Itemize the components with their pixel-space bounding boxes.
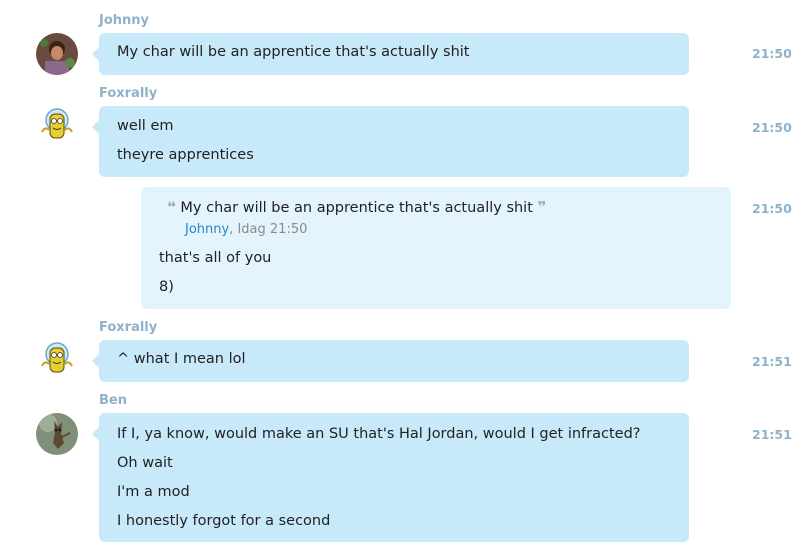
sender-name[interactable]: Ben [99,393,127,408]
close-quote-icon: ❞ [537,198,547,216]
ben-avatar[interactable] [36,413,78,455]
message-text: I'm a mod [117,484,190,500]
foxrally-avatar[interactable] [36,340,78,382]
quoted-message-text: My char will be an apprentice that's act… [180,200,533,216]
message-bubble: If I, ya know, would make an SU that's H… [92,413,689,542]
message-time: 21:50 [752,120,792,135]
message-text: well em [117,118,174,134]
open-quote-icon: ❝ [167,198,176,216]
message-text: Oh wait [117,455,173,471]
message-text: that's all of you [159,250,272,266]
message-bubble: well em theyre apprentices [92,106,689,177]
quote-reply-bubble: ❝ My char will be an apprentice that's a… [141,187,731,309]
message-text: I honestly forgot for a second [117,513,331,529]
quoted-message[interactable]: ❝ My char will be an apprentice that's a… [167,198,546,216]
message-time: 21:51 [752,427,792,442]
message-text: My char will be an apprentice that's act… [117,44,470,60]
johnny-avatar[interactable] [36,33,78,75]
message-text: theyre apprentices [117,147,254,163]
message-text: ^ what I mean lol [117,351,246,367]
message-bubble: My char will be an apprentice that's act… [92,33,689,75]
message-bubble: ^ what I mean lol [92,340,689,382]
quote-date: , Idag 21:50 [229,222,308,237]
sender-name[interactable]: Foxrally [99,320,157,335]
foxrally-avatar[interactable] [36,106,78,148]
quote-author-link[interactable]: Johnny [185,222,229,237]
message-time: 21:51 [752,354,792,369]
quote-meta: Johnny, Idag 21:50 [185,222,307,237]
message-time: 21:50 [752,201,792,216]
message-text: If I, ya know, would make an SU that's H… [117,426,641,442]
message-time: 21:50 [752,46,792,61]
message-text: 8) [159,279,174,295]
sender-name[interactable]: Johnny [99,13,149,28]
sender-name[interactable]: Foxrally [99,86,157,101]
